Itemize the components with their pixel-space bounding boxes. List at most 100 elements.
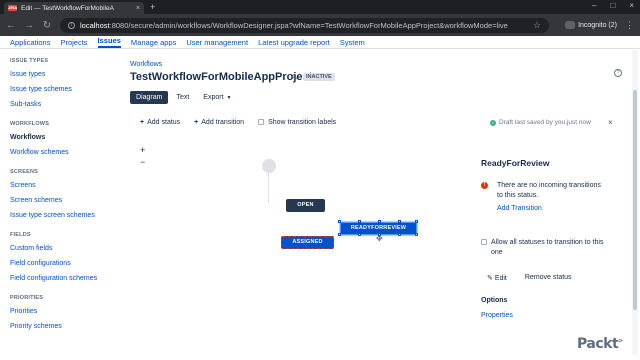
close-icon[interactable]: × <box>608 118 613 127</box>
site-info-icon[interactable]: i <box>68 21 75 29</box>
page-scrollbar[interactable] <box>632 50 638 355</box>
sidebar-item-workflow-schemes[interactable]: Workflow schemes <box>10 146 118 161</box>
sidebar-item-screens[interactable]: Screens <box>10 179 118 194</box>
scrollbar-thumb[interactable] <box>633 90 637 310</box>
designer-toolbar: + Add status + Add transition Show transit… <box>140 119 336 126</box>
close-window-icon[interactable]: × <box>629 1 634 10</box>
back-icon[interactable]: ← <box>6 20 16 31</box>
chevron-down-icon: ▼ <box>226 95 232 101</box>
status-details-panel: ReadyForReview ! There are no incoming t… <box>481 158 621 319</box>
resize-handle[interactable] <box>338 220 341 223</box>
nav-system[interactable]: System <box>340 38 365 47</box>
edit-label: Edit <box>494 275 507 282</box>
resize-handle[interactable] <box>358 220 361 223</box>
address-bar-row: ← → ↻ i localhost:8080/secure/admin/work… <box>0 14 640 36</box>
add-transition-link[interactable]: Add Transition <box>497 205 542 212</box>
allow-all-checkbox[interactable] <box>481 239 487 245</box>
admin-nav: Applications Projects Issues Manage apps… <box>0 36 640 49</box>
tab-text[interactable]: Text <box>170 91 195 104</box>
show-transition-labels-toggle[interactable]: Show transition labels <box>258 119 336 126</box>
resize-handle[interactable] <box>338 233 341 236</box>
workflow-designer: Workflows TestWorkflowForMobileAppProjec… <box>130 55 630 355</box>
url-input[interactable]: i localhost:8080/secure/admin/workflows/… <box>60 17 550 33</box>
packt-logo-mark: > <box>618 337 623 345</box>
status-badge: INACTIVE <box>303 73 335 81</box>
start-transition-line <box>268 173 269 203</box>
browser-menu-icon[interactable]: ⋮ <box>625 20 634 31</box>
nav-applications[interactable]: Applications <box>10 38 50 47</box>
export-dropdown[interactable]: Export ▼ <box>197 91 237 104</box>
start-node[interactable] <box>262 159 276 173</box>
resize-handle[interactable] <box>398 233 401 236</box>
tab-diagram[interactable]: Diagram <box>130 91 169 104</box>
tab-close-icon[interactable]: × <box>136 5 140 12</box>
resize-handle[interactable] <box>378 220 381 223</box>
nav-user-management[interactable]: User management <box>186 38 248 47</box>
move-cursor-icon: ✥ <box>376 234 383 243</box>
bookmark-star-icon[interactable]: ☆ <box>533 20 541 31</box>
resize-handle[interactable] <box>415 233 418 236</box>
sidebar-item-field-configuration-schemes[interactable]: Field configuration schemes <box>10 272 118 287</box>
sidebar-item-issue-type-schemes[interactable]: Issue type schemes <box>10 83 118 98</box>
packt-logo-text: Packt <box>577 336 619 352</box>
remove-status-button[interactable]: Remove status <box>525 274 572 282</box>
panel-actions: ✎ Edit Remove status <box>487 274 572 282</box>
sidebar-item-custom-fields[interactable]: Custom fields <box>10 242 118 257</box>
packt-logo: Packt> <box>577 336 623 352</box>
sidebar-item-priority-schemes[interactable]: Priority schemes <box>10 320 118 335</box>
check-circle-icon: ✓ <box>490 119 496 126</box>
view-tabs: Diagram Text Export ▼ <box>130 91 237 104</box>
url-text: localhost:8080/secure/admin/workflows/Wo… <box>80 20 508 30</box>
help-icon[interactable]: ? <box>614 69 622 77</box>
forward-icon[interactable]: → <box>24 20 34 31</box>
add-status-button[interactable]: + Add status <box>140 119 180 126</box>
sidebar-item-sub-tasks[interactable]: Sub-tasks <box>10 98 118 113</box>
add-transition-button[interactable]: + Add transition <box>194 119 244 126</box>
add-transition-label: Add transition <box>201 119 245 126</box>
page-title: TestWorkflowForMobileAppProject <box>130 71 313 83</box>
edit-button[interactable]: ✎ Edit <box>487 274 507 282</box>
allow-all-label: Allow all statuses to transition to this… <box>491 239 604 256</box>
resize-handle[interactable] <box>415 220 418 223</box>
options-heading: Options <box>481 297 508 304</box>
sidebar-item-issue-type-screen-schemes[interactable]: Issue type screen schemes <box>10 209 118 224</box>
jira-favicon-icon: JIRA <box>8 5 18 11</box>
sidebar-heading-workflows: WORKFLOWS <box>10 121 50 127</box>
browser-tab[interactable]: JIRA Edit — TestWorkflowForMobileA × <box>4 2 144 14</box>
sidebar-item-issue-types[interactable]: Issue types <box>10 68 118 83</box>
resize-handle[interactable] <box>358 233 361 236</box>
sidebar-heading-priorities: PRIORITIES <box>10 295 44 301</box>
sidebar-heading-issue-types: ISSUE TYPES <box>10 58 49 64</box>
status-node-assigned[interactable]: ASSIGNED <box>281 236 334 249</box>
nav-latest-upgrade-report[interactable]: Latest upgrade report <box>258 38 330 47</box>
nav-manage-apps[interactable]: Manage apps <box>131 38 176 47</box>
incognito-icon <box>565 21 576 29</box>
nav-projects[interactable]: Projects <box>60 38 87 47</box>
nav-issues[interactable]: Issues <box>97 36 121 48</box>
sidebar-item-priorities[interactable]: Priorities <box>10 305 118 320</box>
plus-icon: + <box>194 119 199 126</box>
minimize-icon[interactable]: – <box>592 1 596 10</box>
new-tab-icon[interactable]: + <box>150 2 155 12</box>
breadcrumb[interactable]: Workflows <box>130 61 162 68</box>
status-node-open[interactable]: OPEN <box>286 199 325 212</box>
panel-title: ReadyForReview <box>481 158 550 168</box>
sidebar-item-screen-schemes[interactable]: Screen schemes <box>10 194 118 209</box>
sidebar-item-field-configurations[interactable]: Field configurations <box>10 257 118 272</box>
edit-pencil-icon[interactable]: ✎ <box>291 73 298 82</box>
allow-all-statuses-option[interactable]: Allow all statuses to transition to this… <box>481 238 611 258</box>
zoom-in-button[interactable]: + <box>140 145 145 155</box>
draft-status: ✓ Draft last saved by you,just now <box>490 119 591 126</box>
reload-icon[interactable]: ↻ <box>42 20 52 31</box>
zoom-out-button[interactable]: − <box>140 157 145 167</box>
resize-handle[interactable] <box>398 220 401 223</box>
pencil-icon: ✎ <box>487 275 495 282</box>
maximize-icon[interactable]: □ <box>610 1 615 10</box>
draft-note: Draft last saved by you,just now <box>499 119 591 126</box>
warning-indicator: ! <box>481 182 491 192</box>
incognito-indicator[interactable]: Incognito (2) <box>565 21 617 29</box>
checkbox-icon[interactable] <box>258 119 265 125</box>
warning-icon: ! <box>481 182 488 189</box>
sidebar-item-workflows[interactable]: Workflows <box>10 131 118 146</box>
properties-link[interactable]: Properties <box>481 312 513 319</box>
